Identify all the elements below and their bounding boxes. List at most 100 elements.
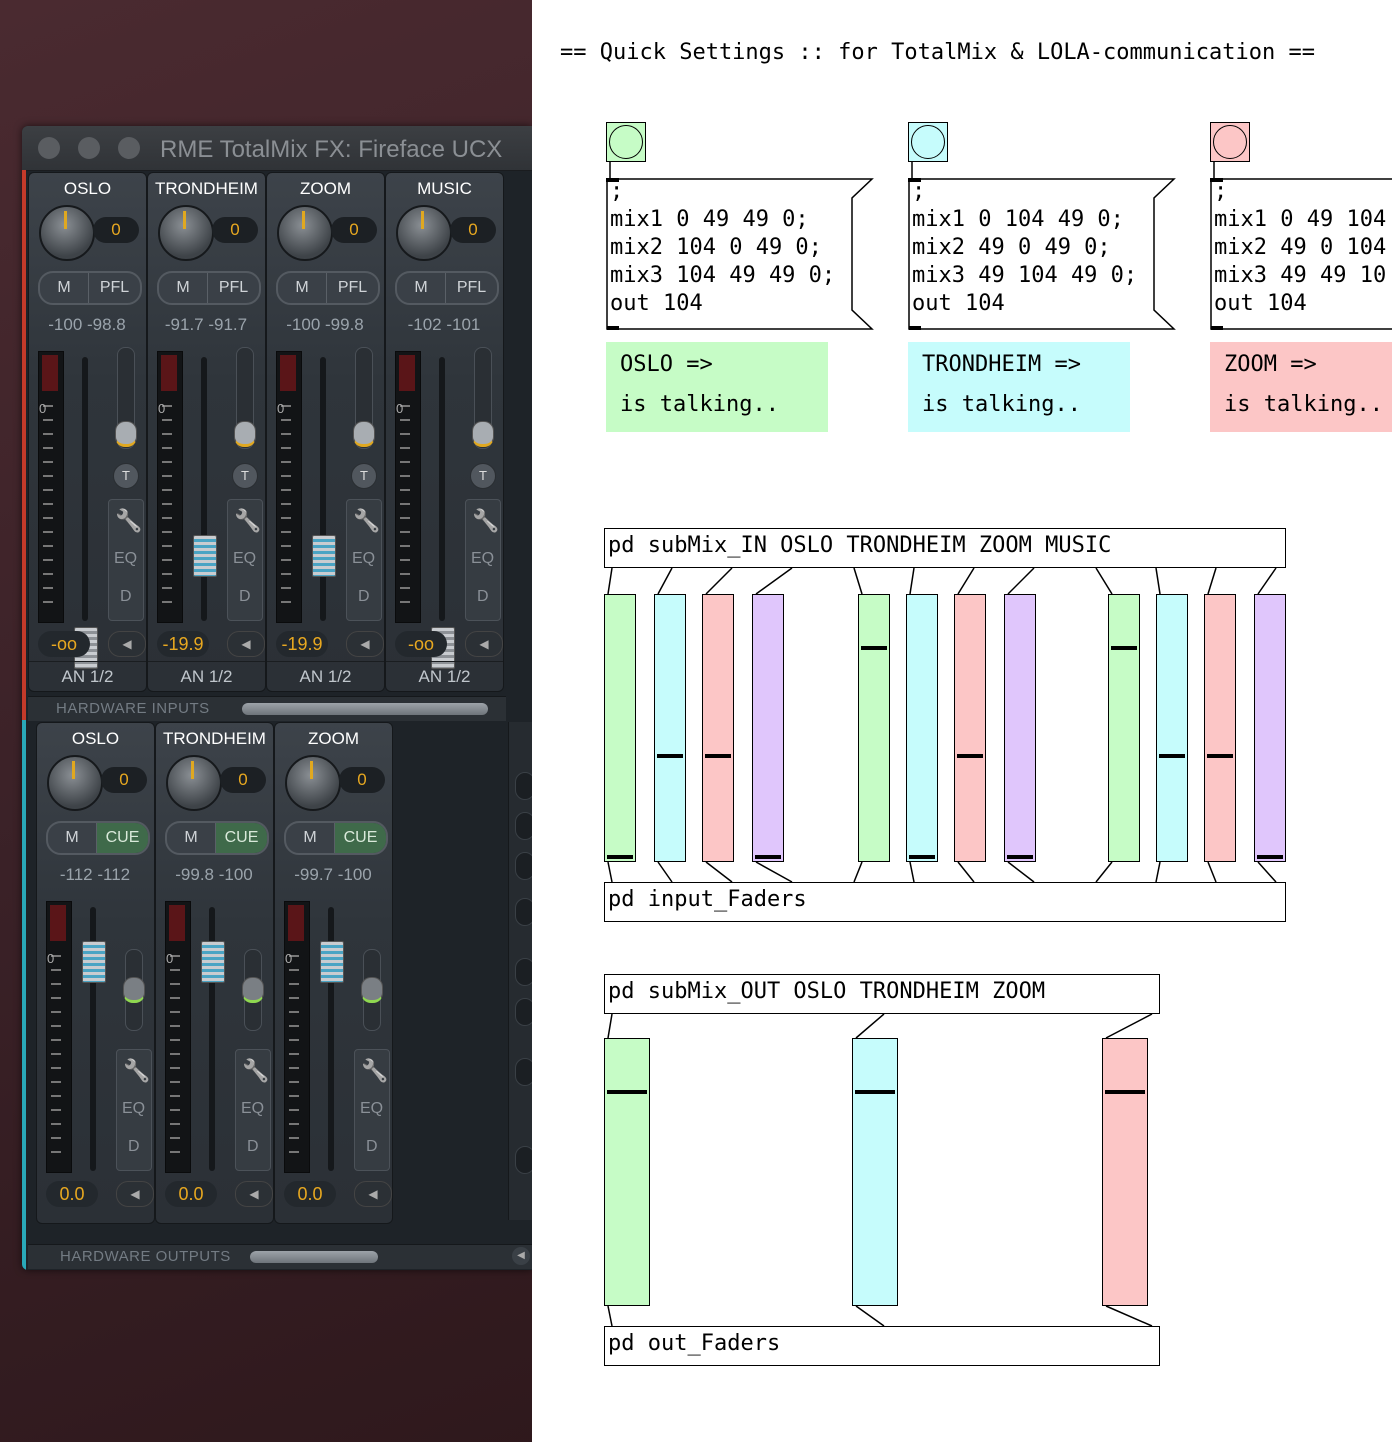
side-button[interactable] (515, 1146, 532, 1174)
dynamics-button[interactable]: D (247, 1138, 259, 1156)
input-slider[interactable] (906, 594, 938, 862)
volume-fader[interactable] (82, 941, 106, 983)
trim-button[interactable]: T (351, 463, 377, 489)
output-slider[interactable] (1102, 1038, 1148, 1306)
trim-slider-handle[interactable] (472, 421, 494, 447)
side-button[interactable] (515, 1058, 532, 1086)
trim-slider-handle[interactable] (353, 421, 375, 447)
gain-knob[interactable] (158, 205, 214, 261)
gain-knob[interactable] (47, 755, 103, 811)
output-slider[interactable] (852, 1038, 898, 1306)
message-box[interactable]: ; mix1 0 104 49 0; mix2 49 0 49 0; mix3 … (908, 178, 1178, 330)
channel-settings-button[interactable]: ◀ (465, 631, 503, 657)
volume-fader[interactable] (201, 941, 225, 983)
eq-button[interactable]: EQ (352, 550, 375, 568)
mute-button[interactable]: M (159, 273, 208, 303)
mute-button[interactable]: M (397, 273, 446, 303)
side-button[interactable] (515, 812, 532, 840)
input-slider[interactable] (702, 594, 734, 862)
dynamics-button[interactable]: D (358, 588, 370, 606)
input-faders-object[interactable]: pd input_Faders (604, 882, 1286, 922)
close-window-button[interactable] (38, 137, 60, 159)
window-titlebar[interactable]: RME TotalMix FX: Fireface UCX (22, 126, 532, 171)
message-box[interactable]: ; mix1 0 49 49 0; mix2 104 0 49 0; mix3 … (606, 178, 876, 330)
side-button[interactable] (515, 772, 532, 800)
trim-button[interactable]: T (232, 463, 258, 489)
mute-button[interactable]: M (278, 273, 327, 303)
pfl-button[interactable]: PFL (446, 273, 497, 303)
wrench-icon[interactable]: 🔧 (115, 508, 142, 534)
trim-slider-handle[interactable] (242, 977, 264, 1003)
channel-settings-button[interactable]: ◀ (116, 1181, 154, 1207)
pfl-button[interactable]: PFL (89, 273, 140, 303)
zoom-window-button[interactable] (118, 137, 140, 159)
eq-button[interactable]: EQ (241, 1100, 264, 1118)
output-slider[interactable] (604, 1038, 650, 1306)
channel-settings-button[interactable]: ◀ (346, 631, 384, 657)
submix-in-object[interactable]: pd subMix_IN OSLO TRONDHEIM ZOOM MUSIC (604, 528, 1286, 568)
input-slider[interactable] (1204, 594, 1236, 862)
input-slider[interactable] (604, 594, 636, 862)
wrench-icon[interactable]: 🔧 (472, 508, 499, 534)
trim-slider-handle[interactable] (361, 977, 383, 1003)
volume-fader[interactable] (193, 535, 217, 577)
trim-slider-handle[interactable] (234, 421, 256, 447)
gain-knob[interactable] (396, 205, 452, 261)
input-slider[interactable] (1004, 594, 1036, 862)
wrench-icon[interactable]: 🔧 (242, 1058, 269, 1084)
cue-button[interactable]: CUE (335, 823, 386, 853)
eq-button[interactable]: EQ (122, 1100, 145, 1118)
dynamics-button[interactable]: D (239, 588, 251, 606)
side-button[interactable] (515, 852, 532, 880)
bang-button[interactable] (606, 122, 646, 162)
mute-button[interactable]: M (286, 823, 335, 853)
channel-settings-button[interactable]: ◀ (235, 1181, 273, 1207)
cue-button[interactable]: CUE (216, 823, 267, 853)
gain-knob[interactable] (166, 755, 222, 811)
input-slider[interactable] (1108, 594, 1140, 862)
outputs-scrollbar[interactable] (250, 1251, 378, 1263)
wrench-icon[interactable]: 🔧 (361, 1058, 388, 1084)
input-slider[interactable] (752, 594, 784, 862)
pfl-button[interactable]: PFL (208, 273, 259, 303)
eq-button[interactable]: EQ (360, 1100, 383, 1118)
cue-button[interactable]: CUE (97, 823, 148, 853)
out-faders-object[interactable]: pd out_Faders (604, 1326, 1160, 1366)
mute-button[interactable]: M (167, 823, 216, 853)
channel-settings-button[interactable]: ◀ (354, 1181, 392, 1207)
volume-fader[interactable] (320, 941, 344, 983)
gain-knob[interactable] (39, 205, 95, 261)
input-slider[interactable] (858, 594, 890, 862)
dynamics-button[interactable]: D (366, 1138, 378, 1156)
gain-knob[interactable] (285, 755, 341, 811)
dynamics-button[interactable]: D (120, 588, 132, 606)
wrench-icon[interactable]: 🔧 (353, 508, 380, 534)
gain-knob[interactable] (277, 205, 333, 261)
side-button[interactable] (515, 958, 532, 986)
channel-settings-button[interactable]: ◀ (227, 631, 265, 657)
message-box[interactable]: ; mix1 0 49 104 mix2 49 0 104 mix3 49 49… (1210, 178, 1392, 330)
submix-out-object[interactable]: pd subMix_OUT OSLO TRONDHEIM ZOOM (604, 974, 1160, 1014)
trim-button[interactable]: T (113, 463, 139, 489)
eq-button[interactable]: EQ (114, 550, 137, 568)
pfl-button[interactable]: PFL (327, 273, 378, 303)
eq-button[interactable]: EQ (471, 550, 494, 568)
bang-button[interactable] (1210, 122, 1250, 162)
input-slider[interactable] (1254, 594, 1286, 862)
eq-button[interactable]: EQ (233, 550, 256, 568)
dynamics-button[interactable]: D (128, 1138, 140, 1156)
side-button[interactable] (515, 998, 532, 1026)
mute-button[interactable]: M (40, 273, 89, 303)
scroll-left-icon[interactable]: ◀ (512, 1247, 530, 1265)
trim-slider-handle[interactable] (115, 421, 137, 447)
trim-slider-handle[interactable] (123, 977, 145, 1003)
input-slider[interactable] (954, 594, 986, 862)
side-button[interactable] (515, 898, 532, 926)
dynamics-button[interactable]: D (477, 588, 489, 606)
bang-button[interactable] (908, 122, 948, 162)
minimize-window-button[interactable] (78, 137, 100, 159)
wrench-icon[interactable]: 🔧 (234, 508, 261, 534)
inputs-scrollbar[interactable] (242, 703, 488, 715)
volume-fader[interactable] (312, 535, 336, 577)
mute-button[interactable]: M (48, 823, 97, 853)
